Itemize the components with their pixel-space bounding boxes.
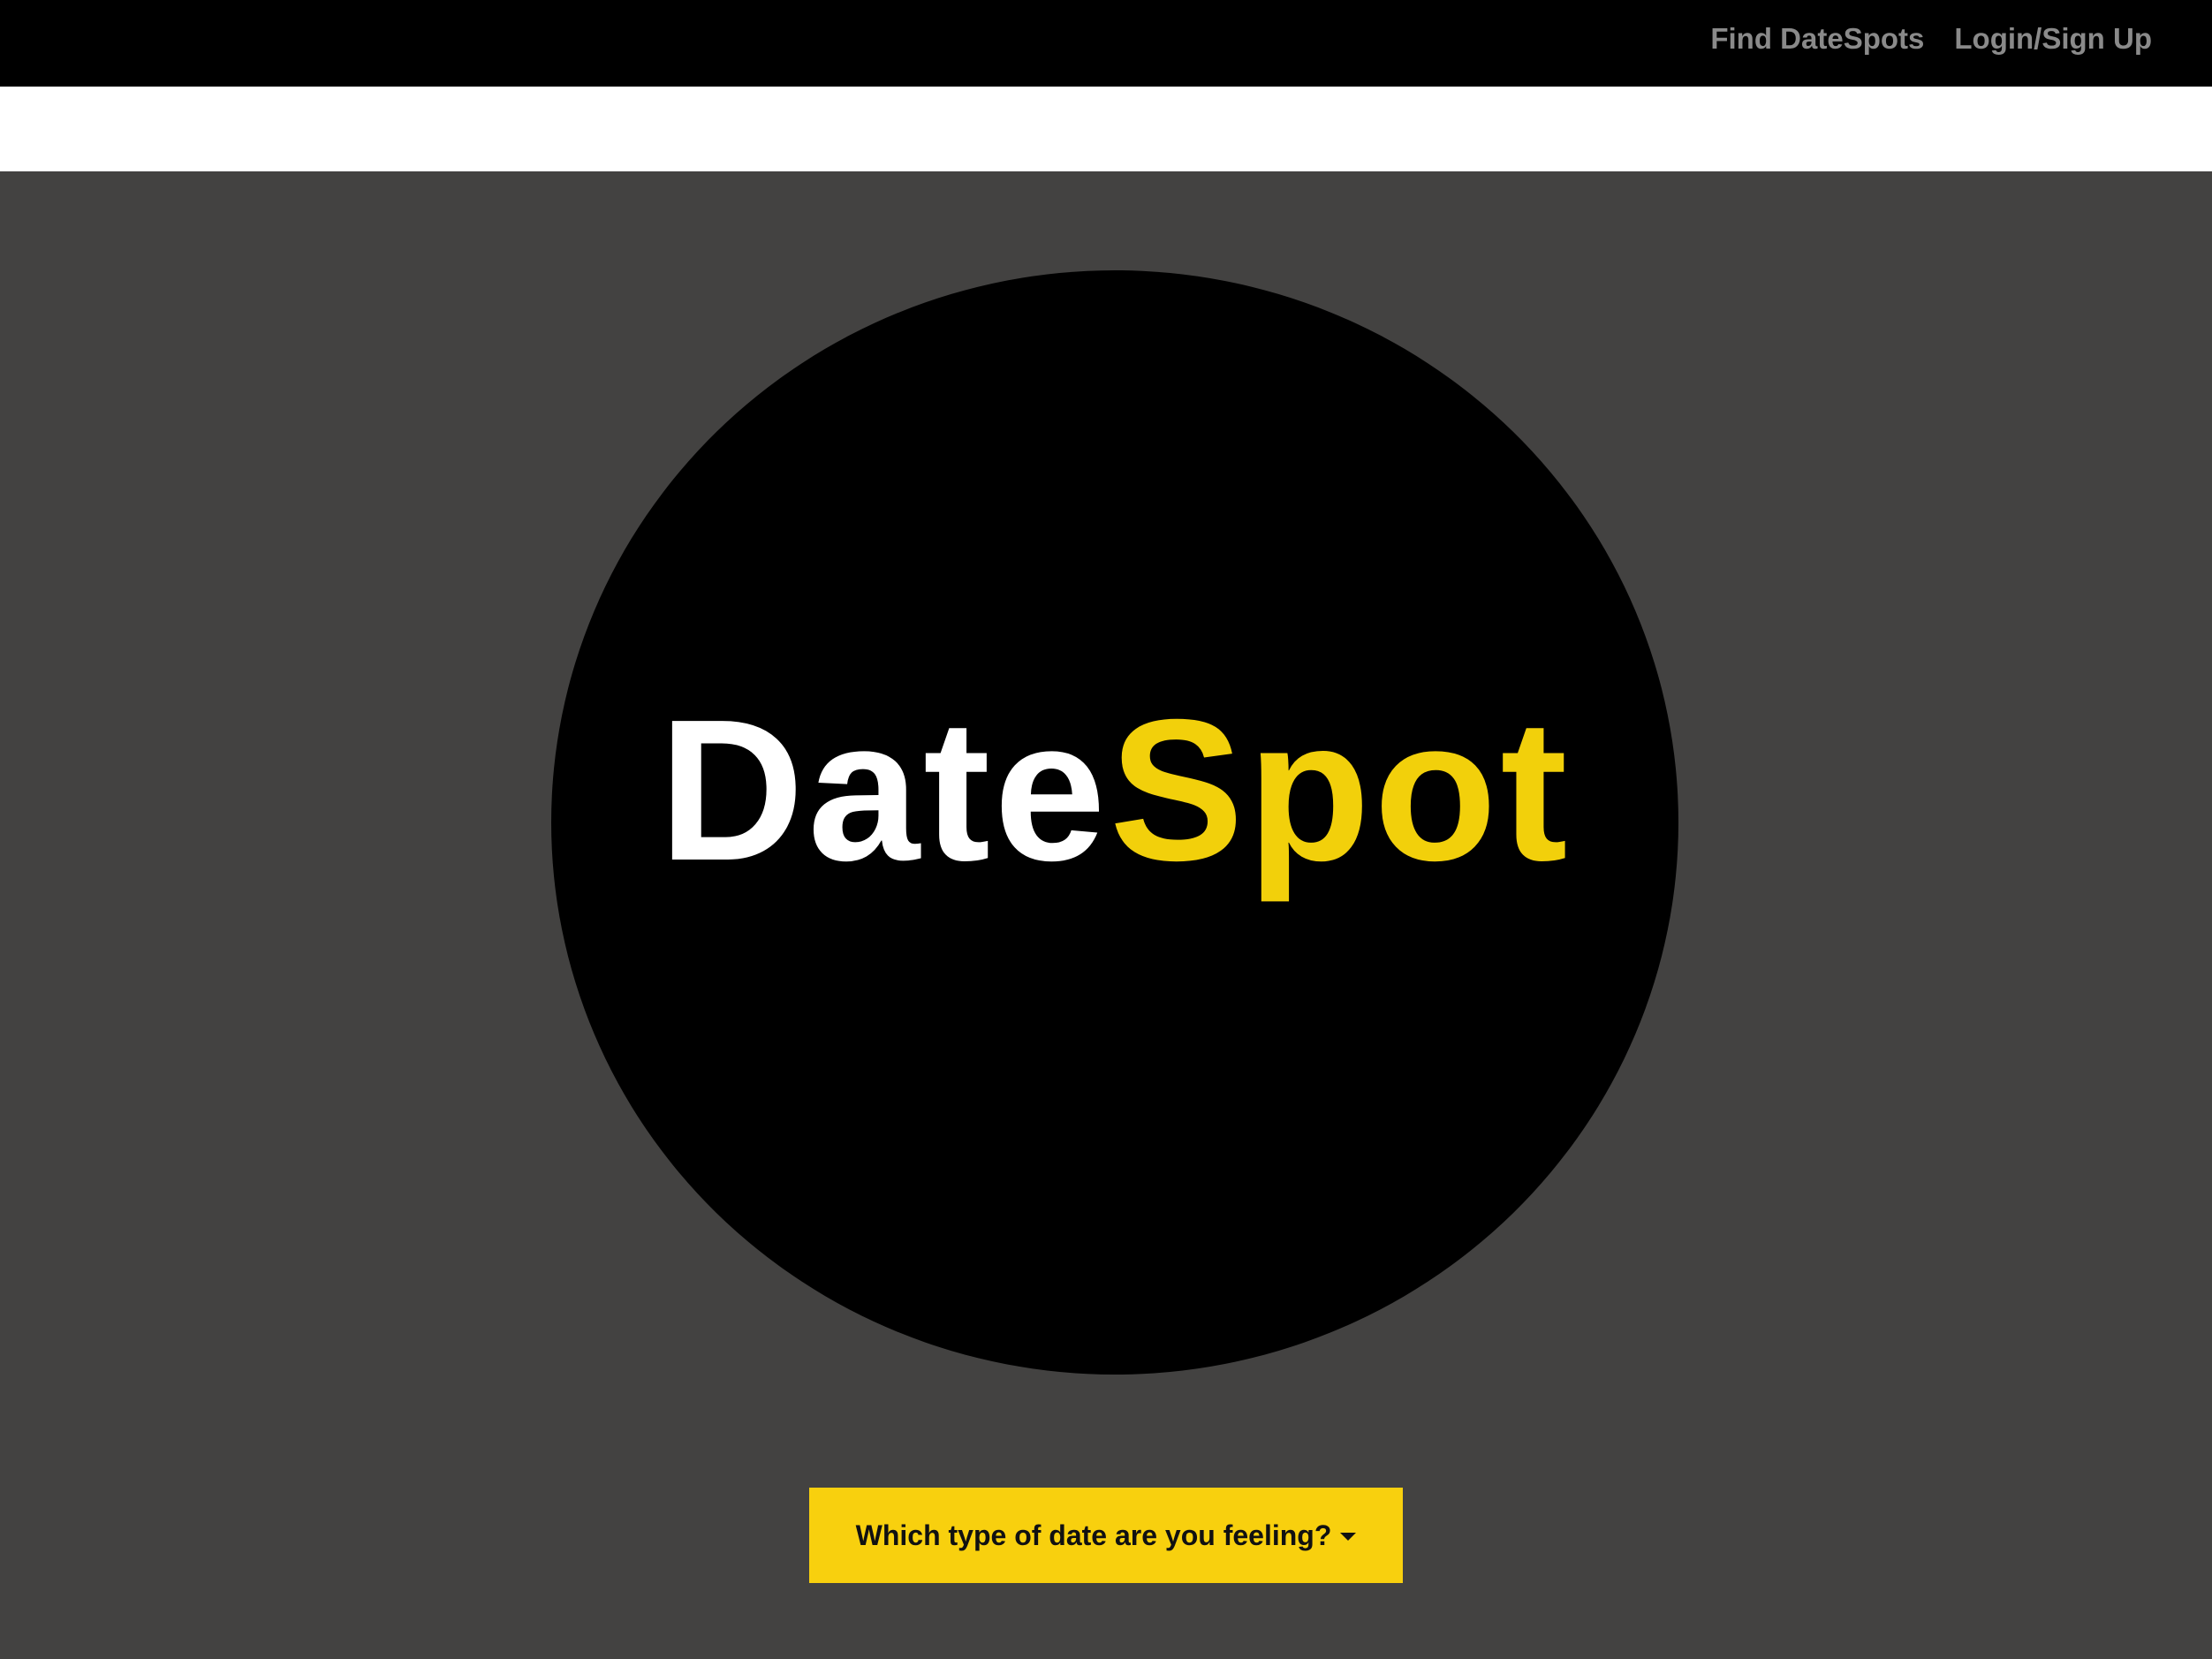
top-navbar: Find DateSpots Login/Sign Up (0, 0, 2212, 87)
header-band (0, 87, 2212, 171)
logo-text-date: Date (658, 678, 1110, 903)
logo-wordmark: Date Spot (551, 239, 1678, 1343)
nav-link-login-signup[interactable]: Login/Sign Up (1954, 22, 2152, 56)
dropdown-label: Which type of date are you feeling? (855, 1519, 1332, 1551)
nav-links: Find DateSpots Login/Sign Up (1710, 0, 2152, 78)
logo-text-spot: Spot (1109, 678, 1572, 903)
caret-down-icon (1340, 1532, 1357, 1541)
logo-circle: Date Spot (551, 270, 1678, 1375)
date-type-dropdown-button[interactable]: Which type of date are you feeling? (809, 1488, 1403, 1583)
nav-link-find-datespots[interactable]: Find DateSpots (1710, 22, 1924, 56)
